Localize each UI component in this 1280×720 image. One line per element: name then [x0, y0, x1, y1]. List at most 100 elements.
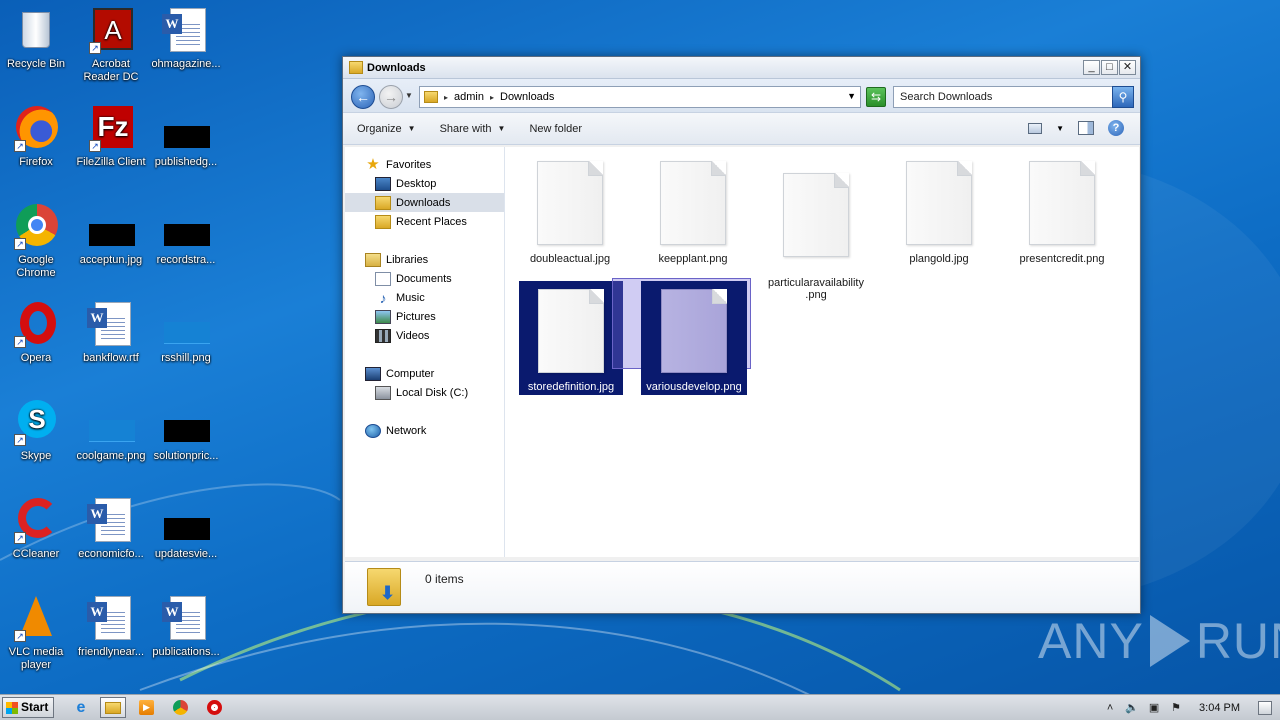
desktop-icon-rsshill[interactable]: rsshill.png: [150, 300, 222, 365]
desktop-icon-recycle-bin[interactable]: Recycle Bin: [0, 6, 72, 71]
internet-explorer-icon[interactable]: e: [68, 697, 94, 718]
window-controls: _ □ ✕: [1082, 60, 1136, 75]
view-options-chevron-icon[interactable]: ▼: [1056, 124, 1064, 133]
speaker-icon[interactable]: 🔈: [1125, 701, 1139, 715]
desktop-icon-chrome[interactable]: ↗ Google Chrome: [0, 202, 72, 280]
desktop-icon-recordstra[interactable]: recordstra...: [150, 202, 222, 267]
anyrun-watermark: ANY RUN: [1038, 612, 1280, 670]
desktop-icon-economicfo[interactable]: W economicfo...: [75, 496, 147, 561]
explorer-window[interactable]: Downloads _ □ ✕ ← → ▼ ▸ admin ▸ Download…: [342, 56, 1141, 614]
desktop-icon-updatesvie[interactable]: updatesvie...: [150, 496, 222, 561]
watermark-right: RUN: [1195, 613, 1280, 669]
chevron-right-icon[interactable]: ▸: [490, 93, 494, 102]
close-button[interactable]: ✕: [1119, 60, 1136, 75]
chevron-right-icon[interactable]: ▸: [444, 93, 448, 102]
recycle-bin-icon: [12, 6, 60, 54]
taskbar-explorer[interactable]: [100, 697, 126, 718]
nav-favorites[interactable]: ★ Favorites: [345, 155, 504, 174]
desktop-icon-acceptun[interactable]: acceptun.jpg: [75, 202, 147, 267]
change-view-icon[interactable]: [1028, 122, 1043, 134]
nav-videos[interactable]: Videos: [345, 326, 504, 345]
minimize-button[interactable]: _: [1083, 60, 1100, 75]
file-item[interactable]: keepplant.png: [639, 147, 747, 265]
taskbar-opera[interactable]: [202, 697, 228, 718]
desktop-icon-filezilla[interactable]: Fz ↗ FileZilla Client: [75, 104, 147, 169]
file-item[interactable]: plangold.jpg: [885, 147, 993, 265]
new-folder-button[interactable]: New folder: [529, 123, 582, 135]
desktop-icon-acrobat[interactable]: A ↗ Acrobat Reader DC: [75, 6, 147, 84]
navigation-pane[interactable]: ★ Favorites Desktop Downloads Recent Plac…: [345, 147, 505, 557]
taskbar-chrome[interactable]: [168, 697, 194, 718]
nav-pictures-label: Pictures: [396, 310, 436, 323]
desktop-icon-ccleaner[interactable]: ↗ CCleaner: [0, 496, 72, 561]
nav-libraries[interactable]: Libraries: [345, 250, 504, 269]
maximize-button[interactable]: □: [1101, 60, 1118, 75]
skype-icon: S ↗: [12, 398, 60, 446]
desktop-icon-bankflow[interactable]: W bankflow.rtf: [75, 300, 147, 365]
file-list[interactable]: doubleactual.jpg keepplant.png particula…: [506, 147, 1139, 557]
breadcrumb-admin[interactable]: admin: [454, 91, 484, 103]
start-button[interactable]: Start: [2, 697, 54, 718]
desktop-icon-firefox[interactable]: ↗ Firefox: [0, 104, 72, 169]
recent-pages-chevron-icon[interactable]: ▼: [405, 91, 413, 100]
file-name: storedefinition.jpg: [527, 381, 615, 393]
search-icon[interactable]: ⚲: [1112, 86, 1134, 108]
file-icon: [1029, 161, 1095, 245]
desktop-icon-solutionpric[interactable]: solutionpric...: [150, 398, 222, 463]
window-title: Downloads: [367, 62, 426, 74]
address-dropdown-icon[interactable]: ▼: [847, 91, 856, 101]
start-label: Start: [21, 700, 49, 714]
desktop-icon-skype[interactable]: S ↗ Skype: [0, 398, 72, 463]
desktop-icon-friendlynear[interactable]: W friendlynear...: [75, 594, 147, 659]
nav-computer[interactable]: Computer: [345, 364, 504, 383]
search-input[interactable]: Search Downloads ⚲: [893, 86, 1134, 108]
file-item-selected[interactable]: variousdevelop.png: [641, 281, 747, 395]
file-item-selected[interactable]: storedefinition.jpg: [519, 281, 623, 395]
nav-desktop[interactable]: Desktop: [345, 174, 504, 193]
clock[interactable]: 3:04 PM: [1199, 702, 1240, 714]
help-icon[interactable]: ?: [1108, 120, 1124, 136]
breadcrumb[interactable]: ▸ admin ▸ Downloads ▼: [419, 86, 861, 108]
action-center-flag-icon[interactable]: ⚑: [1169, 701, 1183, 715]
file-item[interactable]: presentcredit.png: [1008, 147, 1116, 265]
desktop-icon-ohmagazine[interactable]: W ohmagazine...: [150, 6, 222, 71]
file-item[interactable]: doubleactual.jpg: [516, 147, 624, 265]
nav-pictures[interactable]: Pictures: [345, 307, 504, 326]
desktop-icon-vlc[interactable]: ↗ VLC media player: [0, 594, 72, 672]
organize-menu[interactable]: Organize ▼: [357, 123, 416, 135]
organize-label: Organize: [357, 122, 402, 135]
watermark-left: ANY: [1038, 613, 1144, 669]
forward-button[interactable]: →: [379, 85, 403, 109]
nav-downloads[interactable]: Downloads: [345, 193, 504, 212]
file-icon: [660, 161, 726, 245]
share-with-menu[interactable]: Share with ▼: [440, 123, 506, 135]
back-button[interactable]: ←: [351, 85, 375, 109]
nav-recent-places[interactable]: Recent Places: [345, 212, 504, 231]
chrome-icon: ↗: [12, 202, 60, 250]
file-name: variousdevelop.png: [646, 381, 742, 393]
nav-documents[interactable]: Documents: [345, 269, 504, 288]
image-thumbnail-icon: [162, 496, 210, 544]
desktop-icon-coolgame[interactable]: coolgame.png: [75, 398, 147, 463]
taskbar-media-player[interactable]: ▶: [134, 697, 160, 718]
desktop-icon-publications[interactable]: W publications...: [150, 594, 222, 659]
vlc-icon: ↗: [12, 594, 60, 642]
breadcrumb-downloads[interactable]: Downloads: [500, 91, 554, 103]
item-count: 0 items: [425, 572, 464, 586]
show-desktop-button[interactable]: [1258, 701, 1272, 715]
downloads-folder-icon: [367, 568, 401, 606]
window-titlebar[interactable]: Downloads _ □ ✕: [343, 57, 1140, 79]
file-name: keepplant.png: [658, 253, 728, 265]
nav-music[interactable]: ♪ Music: [345, 288, 504, 307]
show-hidden-icons-icon[interactable]: ˄: [1103, 701, 1117, 715]
nav-network[interactable]: Network: [345, 421, 504, 440]
network-tray-icon[interactable]: ▣: [1147, 701, 1161, 715]
desktop-icon-publishedg[interactable]: publishedg...: [150, 104, 222, 169]
file-item[interactable]: particularavailability .png: [762, 147, 870, 313]
desktop-icon-opera[interactable]: ↗ Opera: [0, 300, 72, 365]
preview-pane-icon[interactable]: [1078, 121, 1094, 135]
nav-local-disk[interactable]: Local Disk (C:): [345, 383, 504, 402]
file-name: doubleactual.jpg: [529, 253, 611, 265]
libraries-icon: [365, 252, 381, 267]
refresh-button[interactable]: ⇆: [866, 87, 886, 107]
